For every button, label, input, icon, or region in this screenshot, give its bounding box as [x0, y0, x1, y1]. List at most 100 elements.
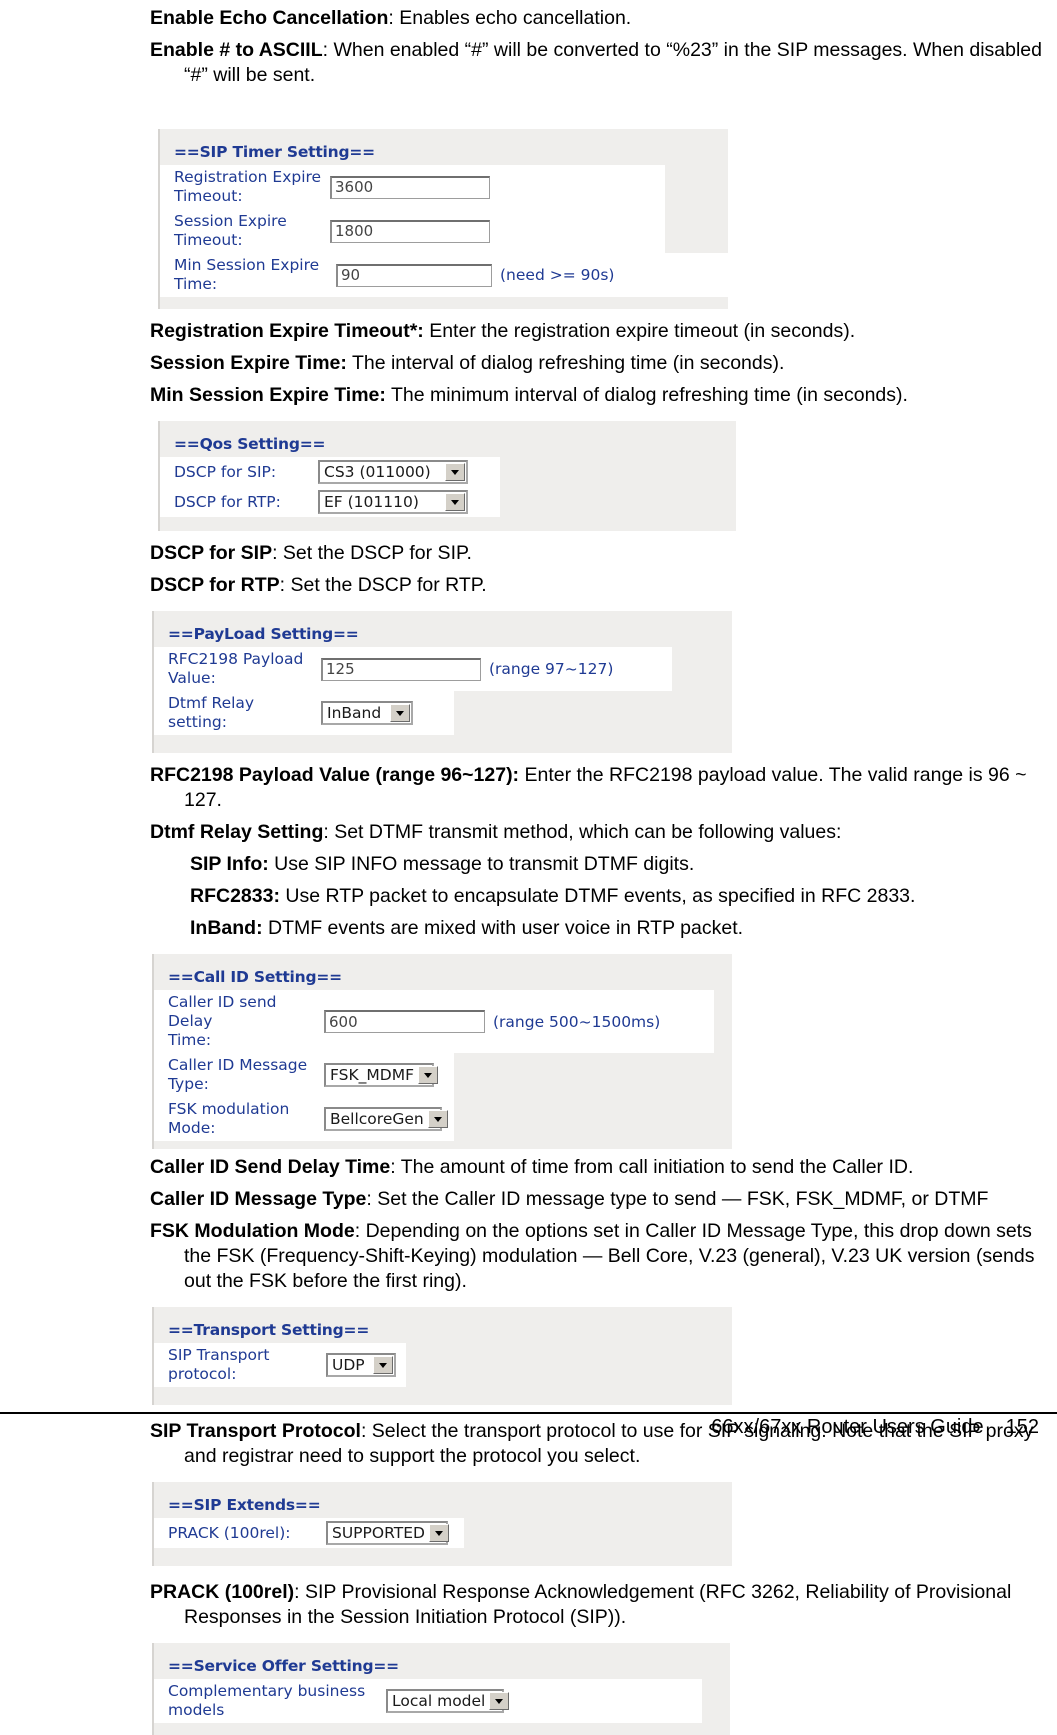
desc-dscp-for-sip: : Set the DSCP for SIP. — [272, 542, 472, 564]
table-row: Caller ID send Delay Time: 600 (range 50… — [154, 990, 714, 1053]
sip-timer-setting-panel: ==SIP Timer Setting== Registration Expir… — [158, 129, 730, 309]
service-offer-setting-title: ==Service Offer Setting== — [168, 1657, 399, 1675]
label-dtmf-relay-setting: Dtmf Relay setting: — [168, 694, 255, 731]
caller-id-send-delay-time-input[interactable]: 600 — [324, 1010, 485, 1033]
paragraph-sip-info: SIP Info: Use SIP INFO message to transm… — [0, 852, 1057, 877]
page-footer: 66xx/67xx Router Users Guide 152 — [0, 1396, 1057, 1454]
transport-setting-title: ==Transport Setting== — [168, 1321, 370, 1339]
term-rfc2833: RFC2833: — [190, 885, 280, 907]
sip-transport-protocol-select[interactable]: UDP — [326, 1353, 396, 1377]
transport-setting-panel: ==Transport Setting== SIP Transport prot… — [152, 1307, 732, 1405]
label-session-expire-timeout: Session Expire Timeout: — [174, 212, 287, 249]
term-registration-expire-timeout: Registration Expire Timeout*: — [150, 320, 424, 342]
cell-sip-transport-protocol: UDP — [326, 1343, 396, 1387]
sip-extends-title: ==SIP Extends== — [168, 1496, 321, 1514]
service-offer-rows: Complementary business models Local mode… — [154, 1679, 730, 1723]
hint-rfc2198-payload-value: (range 97~127) — [489, 660, 614, 678]
payload-rows: RFC2198 Payload Value: 125 (range 97~127… — [154, 647, 732, 735]
paragraph-min-session-expire-time: Min Session Expire Time: The minimum int… — [0, 383, 1057, 408]
paragraph-fsk-modulation-mode: FSK Modulation Mode: Depending on the op… — [0, 1219, 1057, 1294]
desc-dtmf-relay-setting: : Set DTMF transmit method, which can be… — [323, 821, 842, 843]
table-row: SIP Transport protocol: UDP — [154, 1343, 406, 1387]
term-sip-info: SIP Info: — [190, 853, 269, 875]
rfc2198-payload-value-input[interactable]: 125 — [321, 657, 481, 681]
desc-session-expire-time: The interval of dialog refreshing time (… — [346, 352, 785, 374]
chevron-down-icon[interactable] — [373, 1356, 393, 1374]
cell-caller-id-send-delay-time: 600 — [324, 990, 485, 1053]
chevron-down-icon[interactable] — [445, 493, 465, 511]
footer-page-number: 152 — [1005, 1416, 1039, 1438]
document-page: Enable Echo Cancellation: Enables echo c… — [0, 0, 1057, 1735]
term-dscp-for-sip: DSCP for SIP — [150, 542, 273, 564]
chevron-down-icon[interactable] — [418, 1066, 438, 1084]
call-id-rows: Caller ID send Delay Time: 600 (range 50… — [154, 990, 732, 1141]
paragraph-ascii: Enable # to ASCIIL: When enabled “#” wil… — [0, 38, 1057, 88]
paragraph-prack-100rel: PRACK (100rel): SIP Provisional Response… — [0, 1580, 1057, 1630]
label-dscp-for-rtp: DSCP for RTP: — [174, 492, 281, 511]
hint-caller-id-send-delay-time: (range 500~1500ms) — [493, 1012, 661, 1031]
cell-dscp-for-rtp: EF (101110) — [318, 487, 468, 517]
table-row: Registration Expire Timeout: 3600 — [160, 165, 665, 209]
min-session-expire-time-input[interactable]: 90 — [336, 263, 492, 287]
term-min-session-expire-time: Min Session Expire Time: — [150, 384, 386, 406]
desc-registration-expire-timeout: Enter the registration expire timeout (i… — [423, 320, 856, 342]
session-expire-timeout-input[interactable]: 1800 — [330, 219, 490, 243]
cell-dtmf-relay-setting: InBand — [321, 691, 413, 735]
desc-inband: DTMF events are mixed with user voice in… — [262, 917, 744, 939]
prack-100rel-select[interactable]: SUPPORTED — [326, 1521, 449, 1545]
label-complementary-business-models: Complementary business models — [168, 1682, 366, 1719]
paragraph-inband: InBand: DTMF events are mixed with user … — [0, 916, 1057, 941]
dtmf-relay-setting-select[interactable]: InBand — [321, 701, 413, 725]
desc-rfc2833: Use RTP packet to encapsulate DTMF event… — [279, 885, 916, 907]
paragraph-caller-id-send-delay-time: Caller ID Send Delay Time: The amount of… — [0, 1155, 1057, 1180]
table-row: Min Session Expire Time: 90 (need >= 90s… — [160, 253, 730, 297]
cell-fsk-modulation-mode: BellcoreGen — [324, 1097, 448, 1141]
transport-rows: SIP Transport protocol: UDP — [154, 1343, 732, 1387]
table-row: FSK modulation Mode: BellcoreGen — [154, 1097, 454, 1141]
cell-registration-expire-timeout: 3600 — [330, 165, 490, 209]
dscp-for-sip-select[interactable]: CS3 (011000) — [318, 460, 468, 484]
label-min-session-expire-time: Min Session Expire Time: — [174, 256, 320, 293]
fsk-modulation-mode-select[interactable]: BellcoreGen — [324, 1107, 448, 1131]
call-id-setting-panel: ==Call ID Setting== Caller ID send Delay… — [152, 954, 732, 1149]
fsk-modulation-mode-value: BellcoreGen — [330, 1110, 424, 1128]
chevron-down-icon[interactable] — [428, 1524, 449, 1542]
call-id-setting-title: ==Call ID Setting== — [168, 968, 342, 986]
sip-extends-rows: PRACK (100rel): SUPPORTED — [154, 1518, 732, 1548]
caller-id-message-type-select[interactable]: FSK_MDMF — [324, 1063, 438, 1087]
caller-id-message-type-value: FSK_MDMF — [330, 1066, 414, 1084]
table-row: Caller ID Message Type: FSK_MDMF — [154, 1053, 454, 1097]
cell-complementary-business-models: Local model — [386, 1679, 510, 1723]
table-row: RFC2198 Payload Value: 125 (range 97~127… — [154, 647, 672, 691]
paragraph-rfc2198-payload-value: RFC2198 Payload Value (range 96~127): En… — [0, 763, 1057, 813]
term-caller-id-message-type: Caller ID Message Type — [150, 1188, 367, 1210]
prack-100rel-value: SUPPORTED — [332, 1524, 425, 1542]
complementary-business-models-value: Local model — [392, 1692, 486, 1710]
sip-timer-setting-title: ==SIP Timer Setting== — [174, 143, 375, 161]
dscp-for-rtp-select[interactable]: EF (101110) — [318, 490, 468, 514]
qos-setting-title: ==Qos Setting== — [174, 435, 326, 453]
label-rfc2198-payload-value: RFC2198 Payload Value: — [168, 650, 304, 687]
paragraph-session-expire-time: Session Expire Time: The interval of dia… — [0, 351, 1057, 376]
paragraph-dtmf-relay-setting: Dtmf Relay Setting: Set DTMF transmit me… — [0, 820, 1057, 845]
service-offer-setting-panel: ==Service Offer Setting== Complementary … — [152, 1643, 730, 1735]
paragraph-dscp-for-sip: DSCP for SIP: Set the DSCP for SIP. — [0, 541, 1057, 566]
footer-content: 66xx/67xx Router Users Guide 152 — [711, 1416, 1039, 1439]
label-sip-transport-protocol: SIP Transport protocol: — [168, 1346, 270, 1383]
chevron-down-icon[interactable] — [445, 463, 465, 481]
chevron-down-icon[interactable] — [427, 1110, 448, 1128]
label-prack-100rel: PRACK (100rel): — [168, 1523, 291, 1542]
term-caller-id-send-delay-time: Caller ID Send Delay Time — [150, 1156, 391, 1178]
label-dscp-for-sip: DSCP for SIP: — [174, 462, 277, 481]
chevron-down-icon[interactable] — [390, 704, 410, 722]
desc-caller-id-send-delay-time: : The amount of time from call initiatio… — [390, 1156, 914, 1178]
desc-sip-info: Use SIP INFO message to transmit DTMF di… — [268, 853, 695, 875]
chevron-down-icon[interactable] — [489, 1692, 510, 1710]
registration-expire-timeout-input[interactable]: 3600 — [330, 175, 490, 199]
desc-enable-echo-cancellation: : Enables echo cancellation. — [388, 7, 632, 29]
cell-session-expire-timeout: 1800 — [330, 209, 490, 253]
desc-caller-id-message-type: : Set the Caller ID message type to send… — [366, 1188, 989, 1210]
dscp-for-rtp-value: EF (101110) — [324, 493, 419, 511]
complementary-business-models-select[interactable]: Local model — [386, 1689, 510, 1713]
term-fsk-modulation-mode: FSK Modulation Mode — [150, 1220, 355, 1242]
